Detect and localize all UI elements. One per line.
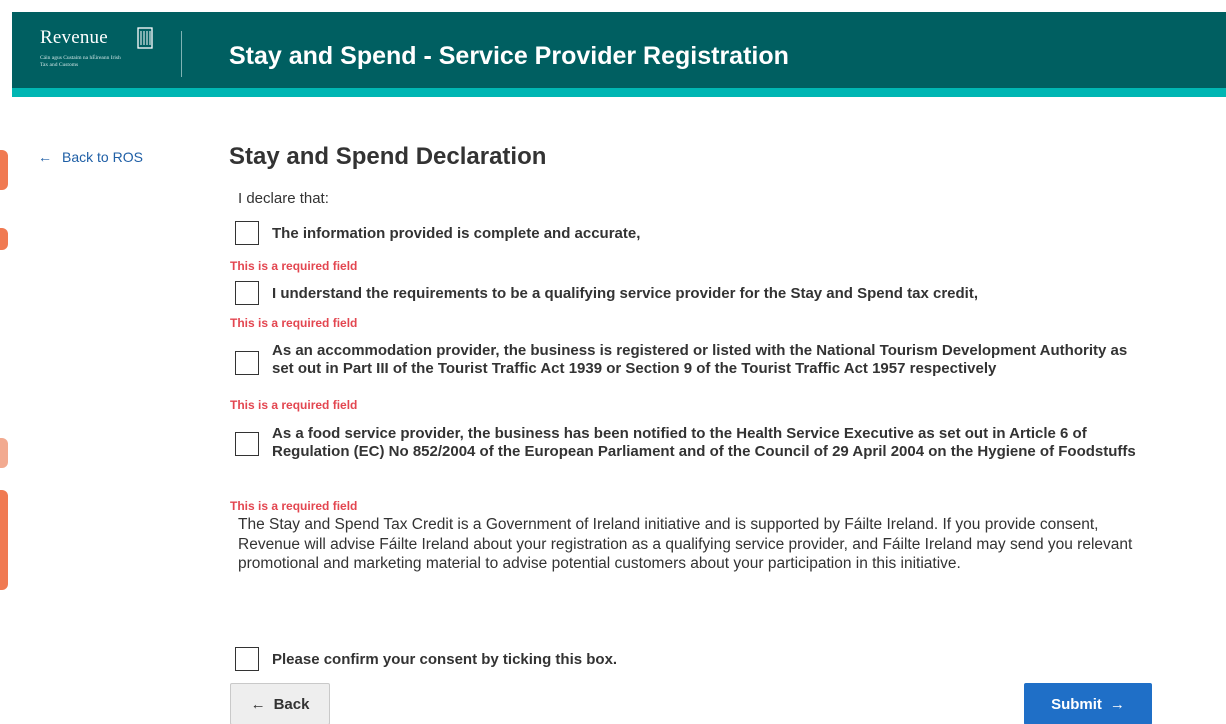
arrow-left-icon: ← <box>38 149 52 165</box>
declaration-intro: I declare that: <box>238 190 329 207</box>
declaration-label: As a food service provider, the business… <box>272 425 1136 460</box>
consent-row: Please confirm your consent by ticking t… <box>235 647 617 671</box>
back-to-ros-link[interactable]: ← Back to ROS <box>38 149 143 165</box>
revenue-logo[interactable]: Revenue Cáin agus Custaim na hÉireann Ir… <box>40 27 160 83</box>
submit-button-label: Submit <box>1051 695 1102 713</box>
declaration-checkbox[interactable] <box>235 432 259 456</box>
logo-wordmark: Revenue <box>40 27 108 48</box>
declaration-checkbox[interactable] <box>235 221 259 245</box>
declaration-checkbox[interactable] <box>235 281 259 305</box>
back-button[interactable]: ← Back <box>230 683 330 724</box>
arrow-left-icon: ← <box>250 695 266 713</box>
submit-button[interactable]: Submit → <box>1024 683 1152 724</box>
required-error: This is a required field <box>230 316 358 330</box>
page-header-title: Stay and Spend - Service Provider Regist… <box>229 42 789 70</box>
declaration-row: I understand the requirements to be a qu… <box>235 281 1152 305</box>
required-error: This is a required field <box>230 499 358 513</box>
declaration-label: I understand the requirements to be a qu… <box>272 285 978 302</box>
logo-subtitle: Cáin agus Custaim na hÉireann Irish Tax … <box>40 55 121 68</box>
header-stripe <box>12 88 1226 97</box>
back-button-label: Back <box>273 695 310 713</box>
required-error: This is a required field <box>230 398 358 412</box>
header-divider <box>181 31 182 77</box>
declaration-row: The information provided is complete and… <box>235 221 1152 245</box>
declaration-label: The information provided is complete and… <box>272 225 641 242</box>
declaration-row: As an accommodation provider, the busine… <box>235 342 1152 378</box>
declaration-label: As an accommodation provider, the busine… <box>272 342 1128 377</box>
consent-checkbox[interactable] <box>235 647 259 671</box>
declaration-checkbox[interactable] <box>235 351 259 375</box>
back-to-ros-label: Back to ROS <box>62 149 143 165</box>
declaration-row: As a food service provider, the business… <box>235 425 1152 461</box>
arrow-right-icon: → <box>1109 695 1125 713</box>
consent-description: The Stay and Spend Tax Credit is a Gover… <box>238 516 1133 572</box>
edge-decoration <box>0 0 14 724</box>
required-error: This is a required field <box>230 259 358 273</box>
consent-label: Please confirm your consent by ticking t… <box>272 651 618 668</box>
harp-icon <box>137 27 153 49</box>
page-title: Stay and Spend Declaration <box>229 143 547 170</box>
